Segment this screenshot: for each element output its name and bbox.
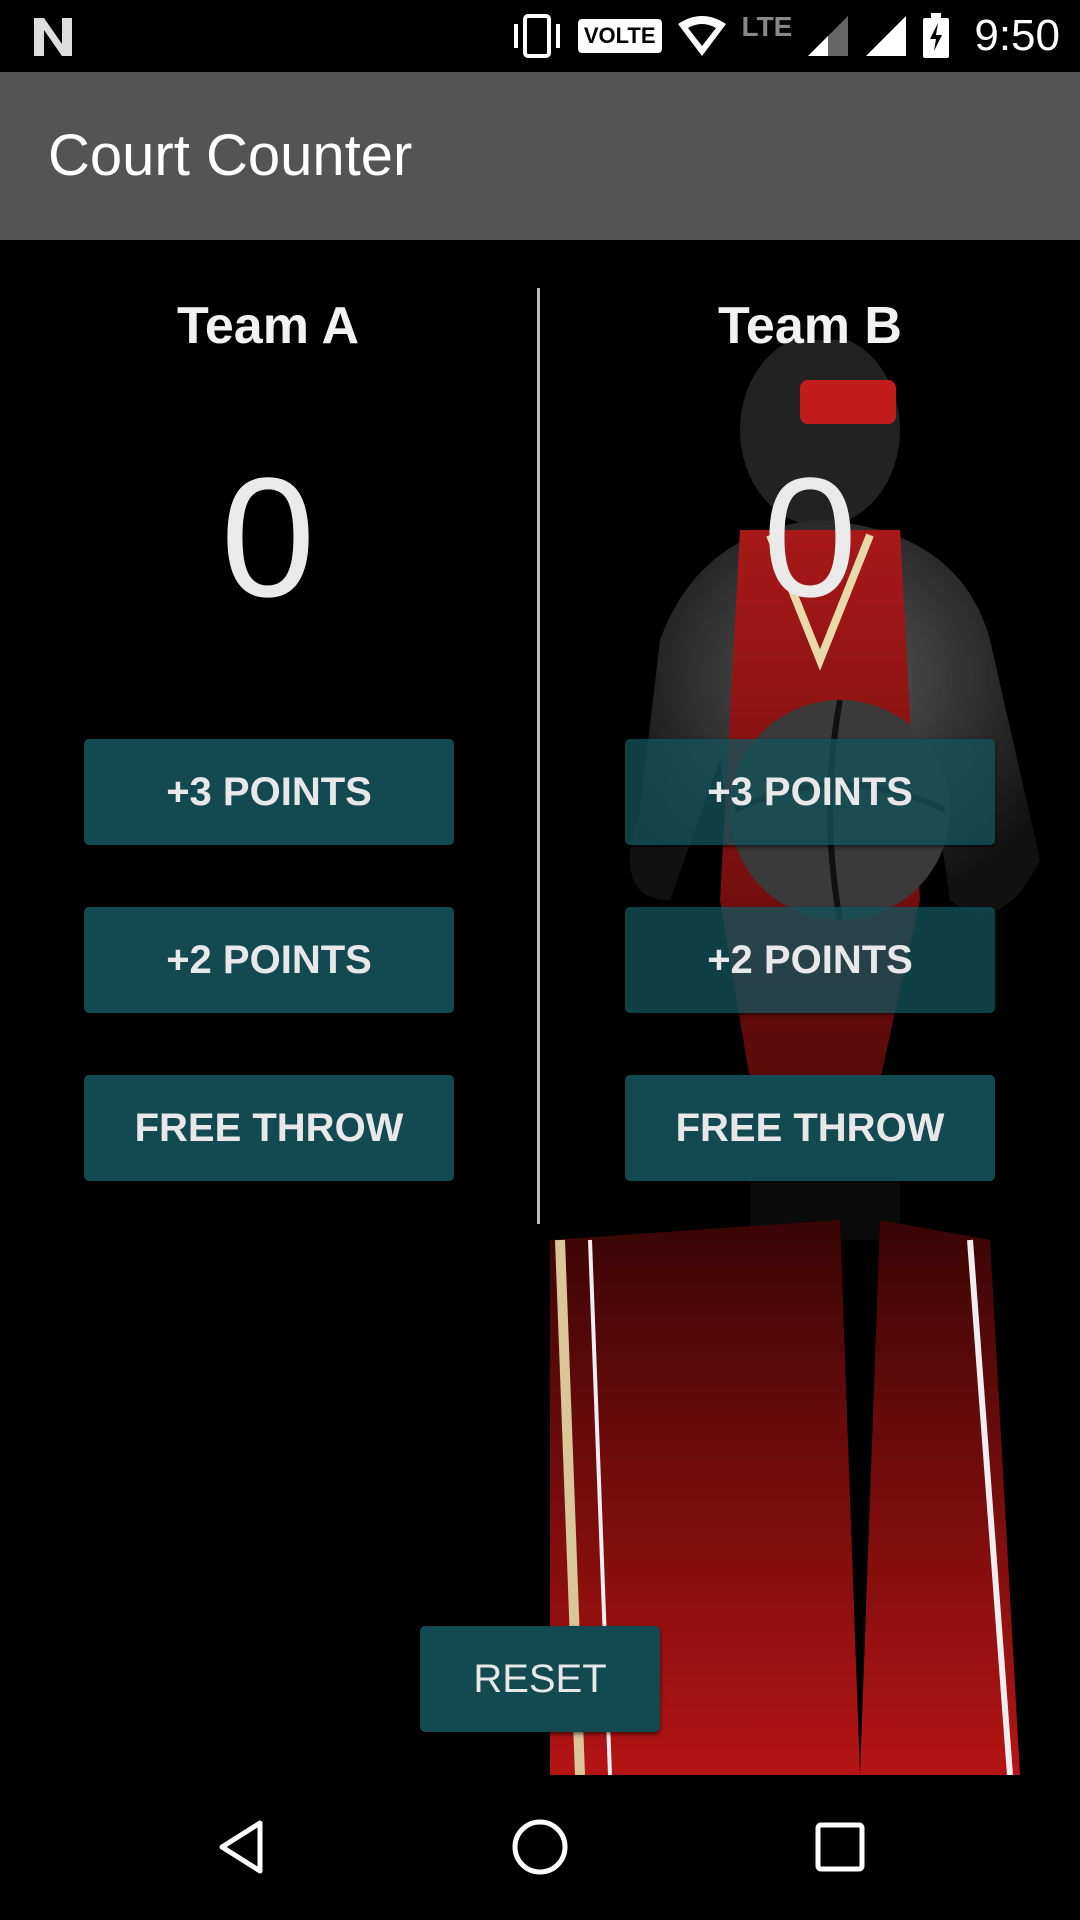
team-divider [537, 288, 540, 1224]
team-a-plus-two-button[interactable]: +2 POINTS [84, 907, 454, 1013]
team-a-free-throw-button[interactable]: FREE THROW [84, 1075, 454, 1181]
status-bar: VOLTE LTE 9:50 [0, 0, 1080, 72]
main-content: Team A 0 +3 POINTS +2 POINTS FREE THROW … [0, 240, 1080, 1775]
team-b-free-throw-button[interactable]: FREE THROW [625, 1075, 995, 1181]
team-a-name: Team A [176, 297, 360, 355]
team-b-name: Team B [718, 297, 902, 355]
back-icon[interactable] [212, 1817, 272, 1877]
team-b-score: 0 [762, 443, 858, 633]
signal-icon [808, 16, 849, 56]
recents-icon[interactable] [810, 1817, 870, 1877]
team-a-plus-three-button[interactable]: +3 POINTS [84, 739, 454, 845]
wifi-icon [677, 16, 726, 56]
signal-icon [866, 16, 907, 56]
n-logo-icon [34, 18, 72, 56]
reset-button[interactable]: RESET [420, 1626, 660, 1732]
team-b-plus-three-button[interactable]: +3 POINTS [625, 739, 995, 845]
home-icon[interactable] [510, 1817, 570, 1877]
team-a-score: 0 [220, 443, 316, 633]
clock: 9:50 [974, 11, 1060, 60]
volte-icon: VOLTE [577, 19, 662, 53]
navigation-bar [0, 1775, 1080, 1920]
lte-label: LTE [741, 11, 793, 42]
app-bar: Court Counter [0, 72, 1080, 240]
team-b-plus-two-button[interactable]: +2 POINTS [625, 907, 995, 1013]
battery-charging-icon [923, 13, 950, 58]
app-title: Court Counter [48, 123, 413, 188]
vibrate-icon [513, 14, 560, 58]
